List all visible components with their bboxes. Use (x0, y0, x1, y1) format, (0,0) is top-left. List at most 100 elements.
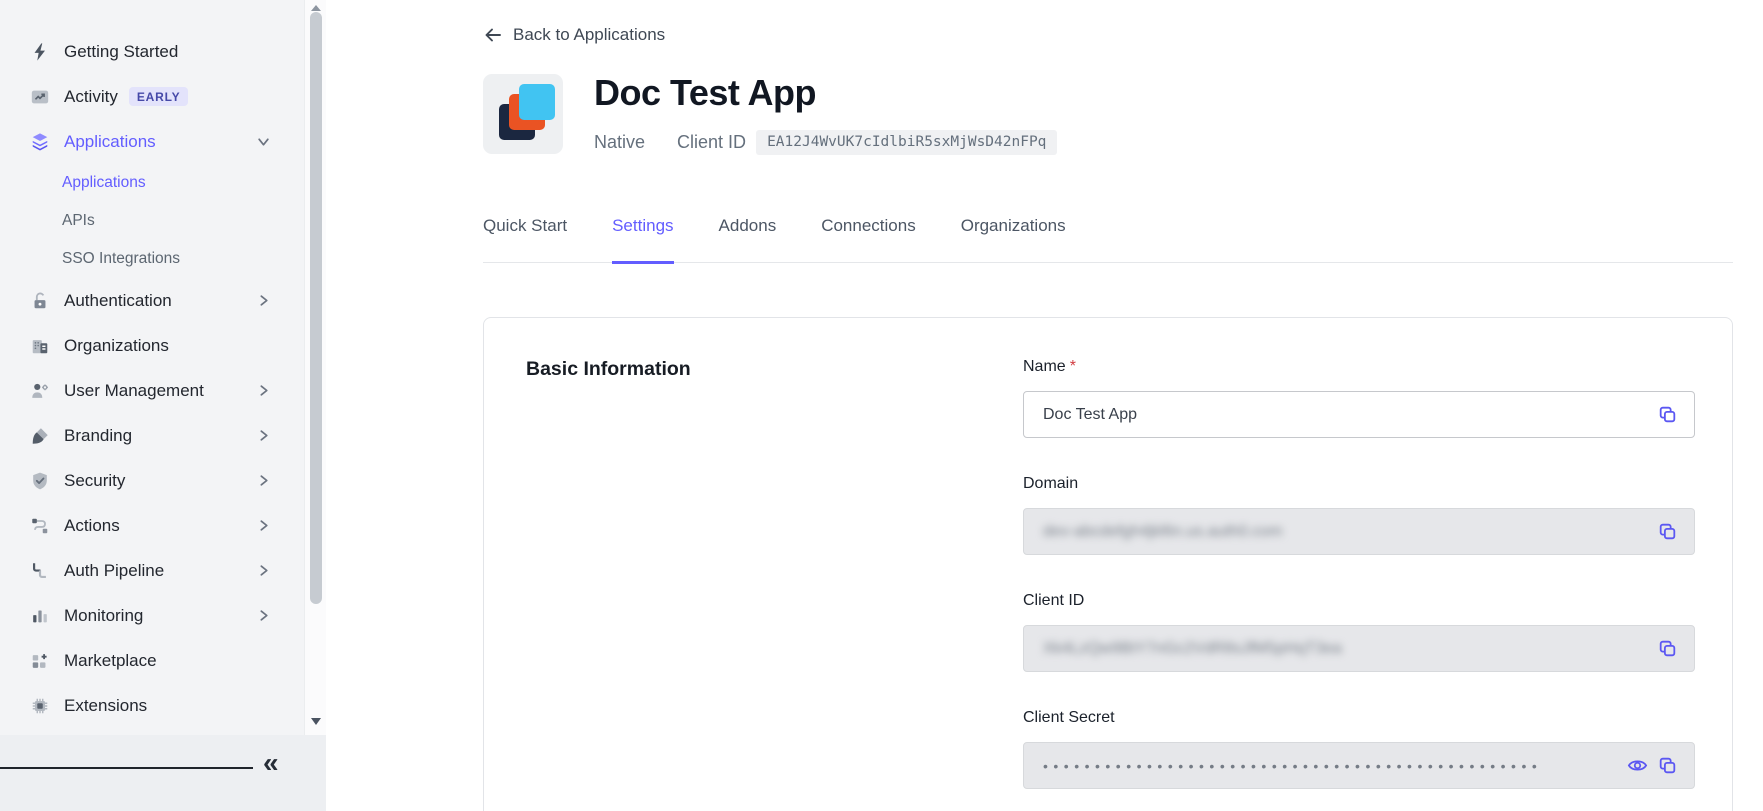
client-id-label: Client ID (677, 132, 746, 153)
copy-icon (1657, 521, 1678, 542)
form-fields: Name* Domain dev-abc (1023, 358, 1695, 811)
sidebar-item-label: Marketplace (64, 651, 157, 671)
client-id-field: Client ID Xk4LzQw9BtY7nGc2VdR8sJfM5pHqT3… (1023, 592, 1695, 672)
chevron-down-icon (257, 135, 270, 148)
client-secret-field: Client Secret ••••••••••••••••••••••••••… (1023, 709, 1695, 789)
sidebar-item-security[interactable]: Security (0, 458, 326, 503)
sidebar-item-label: Security (64, 471, 125, 491)
chevron-right-icon (257, 519, 270, 532)
sidebar-item-applications[interactable]: Applications (0, 119, 326, 164)
logo-blue-square (519, 84, 555, 120)
copy-name-button[interactable] (1652, 400, 1682, 430)
name-input[interactable] (1043, 406, 1652, 424)
early-badge: EARLY (129, 87, 189, 106)
extensions-icon (29, 695, 51, 717)
copy-icon (1657, 638, 1678, 659)
sidebar-subitem-applications[interactable]: Applications (0, 164, 326, 202)
client-secret-masked-value: ••••••••••••••••••••••••••••••••••••••••… (1043, 758, 1622, 774)
chevron-right-icon (257, 429, 270, 442)
marketplace-icon (29, 650, 51, 672)
client-id-field-label: Client ID (1023, 592, 1695, 610)
app-meta: Native Client ID EA12J4WvUK7cIdlbiR5sxMj… (594, 130, 1057, 155)
sidebar-item-monitoring[interactable]: Monitoring (0, 593, 326, 638)
page-title: Doc Test App (594, 72, 816, 114)
domain-input-wrapper: dev-abcdefgh4jkl6n.us.auth0.com (1023, 508, 1695, 555)
sidebar-item-label: Applications (64, 132, 156, 152)
chevron-right-icon (257, 564, 270, 577)
scrollbar-thumb[interactable] (310, 12, 322, 604)
section-title: Basic Information (526, 358, 691, 381)
sidebar-item-marketplace[interactable]: Marketplace (0, 638, 326, 683)
name-field: Name* (1023, 358, 1695, 438)
copy-client-secret-button[interactable] (1652, 751, 1682, 781)
monitoring-icon (29, 605, 51, 627)
main-content: Back to Applications Doc Test App Native… (326, 0, 1763, 811)
actions-icon (29, 515, 51, 537)
sidebar-item-label: Monitoring (64, 606, 143, 626)
sidebar-item-authentication[interactable]: Authentication (0, 278, 326, 323)
activity-icon (29, 86, 51, 108)
scroll-down-icon[interactable] (311, 718, 321, 725)
collapse-sidebar-button[interactable]: « (263, 749, 279, 777)
sidebar-item-auth-pipeline[interactable]: Auth Pipeline (0, 548, 326, 593)
branding-icon (29, 425, 51, 447)
tab-organizations[interactable]: Organizations (961, 216, 1066, 264)
copy-domain-button[interactable] (1652, 517, 1682, 547)
reveal-client-secret-button[interactable] (1622, 751, 1652, 781)
back-arrow-icon (483, 25, 503, 45)
client-id-badge[interactable]: EA12J4WvUK7cIdlbiR5sxMjWsD42nFPq (756, 130, 1057, 155)
sidebar-subitem-apis[interactable]: APIs (0, 202, 326, 240)
name-field-label: Name* (1023, 358, 1695, 376)
basic-information-card: Basic Information Name* (483, 317, 1733, 811)
tab-settings[interactable]: Settings (612, 216, 673, 264)
app-logo (483, 74, 563, 154)
sidebar-item-activity[interactable]: Activity EARLY (0, 74, 326, 119)
sidebar-item-organizations[interactable]: Organizations (0, 323, 326, 368)
sidebar-item-label: Activity (64, 87, 118, 107)
eye-icon (1627, 755, 1648, 776)
client-id-input-wrapper: Xk4LzQw9BtY7nGc2VdR8sJfM5pHqT3ea (1023, 625, 1695, 672)
sidebar-item-label: Actions (64, 516, 120, 536)
scroll-up-icon[interactable] (311, 5, 321, 11)
sidebar-item-actions[interactable]: Actions (0, 503, 326, 548)
domain-value-redacted: dev-abcdefgh4jkl6n.us.auth0.com (1043, 523, 1652, 541)
sidebar-item-getting-started[interactable]: Getting Started (0, 29, 326, 74)
chevron-right-icon (257, 294, 270, 307)
client-secret-field-label: Client Secret (1023, 709, 1695, 727)
tab-quick-start[interactable]: Quick Start (483, 216, 567, 264)
sidebar-subitem-sso-integrations[interactable]: SSO Integrations (0, 240, 326, 278)
copy-icon (1657, 404, 1678, 425)
auth0-dashboard: Getting Started Activity EARLY Applica (0, 0, 1763, 811)
sidebar-item-extensions[interactable]: Extensions (0, 683, 326, 728)
client-secret-input-wrapper: ••••••••••••••••••••••••••••••••••••••••… (1023, 742, 1695, 789)
bolt-icon (29, 41, 51, 63)
sidebar-item-label: User Management (64, 381, 204, 401)
sidebar-footer: « (0, 735, 326, 811)
applications-icon (29, 131, 51, 153)
sidebar-item-label: Extensions (64, 696, 147, 716)
sidebar-item-label: Auth Pipeline (64, 561, 164, 581)
sidebar: Getting Started Activity EARLY Applica (0, 0, 326, 811)
sidebar-scrollbar[interactable] (304, 0, 326, 735)
domain-field: Domain dev-abcdefgh4jkl6n.us.auth0.com (1023, 475, 1695, 555)
sidebar-item-label: Getting Started (64, 42, 178, 62)
copy-client-id-button[interactable] (1652, 634, 1682, 664)
sidebar-item-label: Organizations (64, 336, 169, 356)
security-shield-icon (29, 470, 51, 492)
organizations-icon (29, 335, 51, 357)
sidebar-nav: Getting Started Activity EARLY Applica (0, 0, 326, 735)
chevron-right-icon (257, 474, 270, 487)
tab-addons[interactable]: Addons (719, 216, 777, 264)
chevron-right-icon (257, 609, 270, 622)
auth-pipeline-icon (29, 560, 51, 582)
app-type-label: Native (594, 132, 645, 153)
back-to-applications-link[interactable]: Back to Applications (483, 25, 665, 45)
client-id-value-redacted: Xk4LzQw9BtY7nGc2VdR8sJfM5pHqT3ea (1043, 640, 1652, 658)
sidebar-item-branding[interactable]: Branding (0, 413, 326, 458)
lock-icon (29, 290, 51, 312)
footer-divider (0, 767, 253, 769)
user-management-icon (29, 380, 51, 402)
sidebar-item-user-management[interactable]: User Management (0, 368, 326, 413)
sidebar-item-label: Authentication (64, 291, 172, 311)
tab-connections[interactable]: Connections (821, 216, 916, 264)
